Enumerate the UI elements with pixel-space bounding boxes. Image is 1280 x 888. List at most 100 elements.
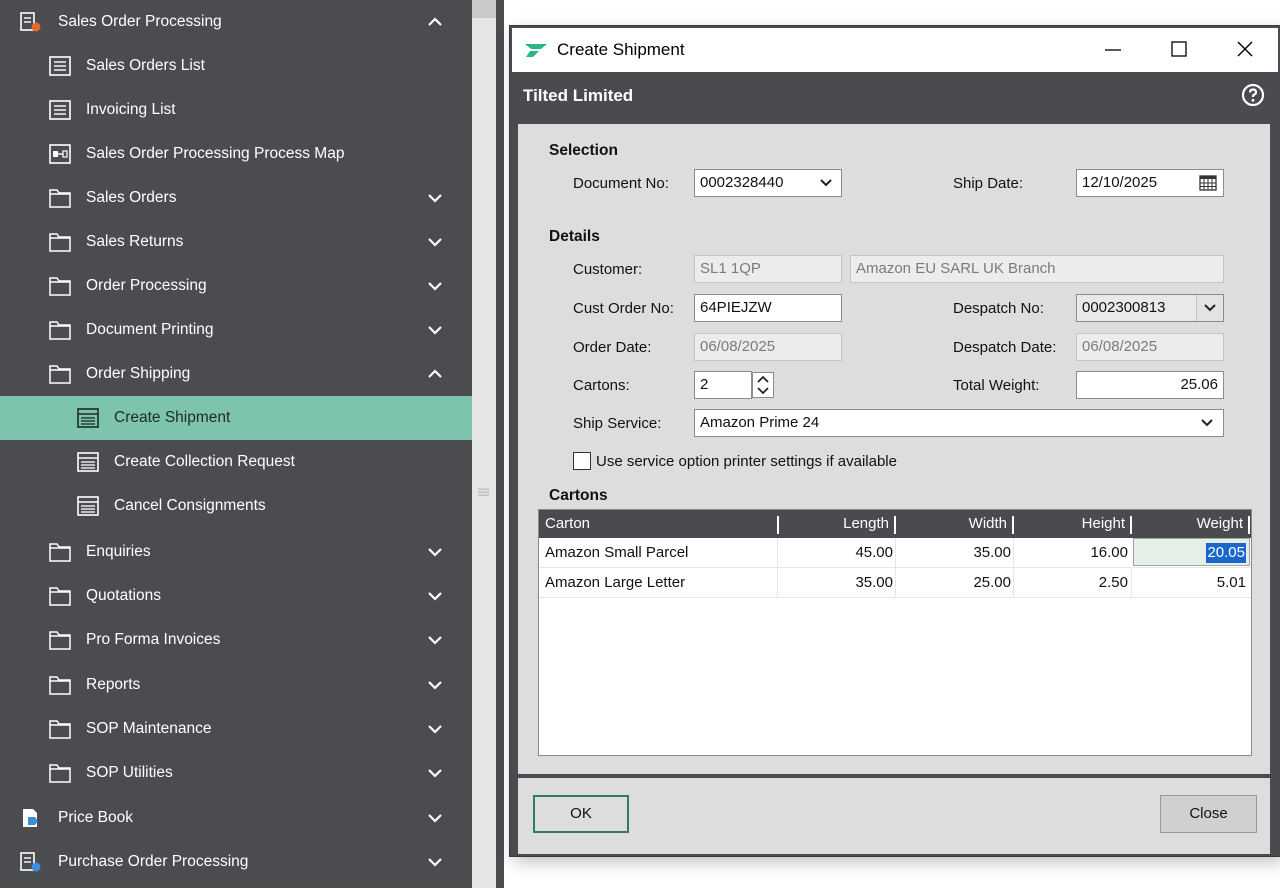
document-no-value: 0002328440 [700, 174, 784, 191]
ship-date-field[interactable]: 12/10/2025 [1076, 169, 1224, 197]
cell-width[interactable]: 35.00 [973, 538, 1011, 567]
column-resize-handle[interactable] [1248, 516, 1250, 534]
sidebar-item-sales-returns[interactable]: Sales Returns [0, 220, 472, 264]
column-resize-handle[interactable] [1130, 516, 1132, 534]
column-resize-handle[interactable] [894, 516, 896, 534]
total-weight-input[interactable]: 25.06 [1076, 371, 1224, 399]
document-no-select[interactable]: 0002328440 [694, 169, 842, 197]
column-header-height[interactable]: Height [1082, 510, 1125, 538]
despatch-no-select[interactable]: 0002300813 [1076, 294, 1224, 322]
list-icon [49, 56, 71, 76]
window-close-button[interactable] [1212, 28, 1278, 72]
calendar-icon[interactable] [1199, 175, 1217, 191]
cell-length[interactable]: 35.00 [855, 568, 893, 597]
ok-button[interactable]: OK [533, 795, 629, 833]
company-header: Tilted Limited [512, 72, 1278, 124]
cell-divider [1131, 568, 1132, 597]
chevron-down-icon [428, 194, 442, 203]
cartons-label: Cartons: [573, 377, 630, 394]
column-header-length[interactable]: Length [843, 510, 889, 538]
sidebar-item-sales-orders[interactable]: Sales Orders [0, 176, 472, 220]
sidebar-item-label: Create Collection Request [114, 453, 295, 470]
column-header-weight[interactable]: Weight [1197, 510, 1243, 538]
chevron-down-icon [428, 282, 442, 291]
cell-carton[interactable]: Amazon Small Parcel [545, 538, 688, 567]
sidebar-navigation: Sales Order Processing Sales Orders List… [0, 0, 472, 888]
ship-service-value: Amazon Prime 24 [700, 414, 820, 431]
sop-module-icon [20, 12, 41, 32]
cartons-input[interactable]: 2 [694, 371, 752, 399]
maximize-button[interactable] [1146, 28, 1212, 72]
sidebar-item-create-shipment[interactable]: Create Shipment [0, 396, 472, 440]
cell-carton[interactable]: Amazon Large Letter [545, 568, 685, 597]
sidebar-item-order-processing[interactable]: Order Processing [0, 264, 472, 308]
dialog-titlebar[interactable]: Create Shipment [512, 28, 1278, 72]
sidebar-item-sales-order-processing[interactable]: Sales Order Processing [0, 0, 472, 44]
sidebar-item-label: Create Shipment [114, 409, 231, 426]
help-icon[interactable] [1241, 83, 1265, 107]
cartons-stepper[interactable] [752, 372, 774, 398]
sidebar-item-label: Price Book [58, 809, 133, 826]
sidebar-item-cancel-consignments[interactable]: Cancel Consignments [0, 484, 472, 528]
sidebar-item-quotations[interactable]: Quotations [0, 574, 472, 618]
cell-length[interactable]: 45.00 [855, 538, 893, 567]
ship-service-select[interactable]: Amazon Prime 24 [694, 409, 1224, 437]
company-name: Tilted Limited [523, 86, 634, 105]
cell-height[interactable]: 2.50 [1099, 568, 1128, 597]
sidebar-item-create-collection-request[interactable]: Create Collection Request [0, 440, 472, 484]
dialog-footer [518, 778, 1270, 854]
sidebar-item-order-shipping[interactable]: Order Shipping [0, 352, 472, 396]
sidebar-item-label: Order Shipping [86, 365, 191, 382]
table-row[interactable]: Amazon Small Parcel 45.00 35.00 16.00 20… [539, 538, 1251, 568]
selected-weight-text[interactable]: 20.05 [1206, 543, 1246, 563]
sidebar-item-sales-orders-list[interactable]: Sales Orders List [0, 44, 472, 88]
chevron-down-icon [428, 636, 442, 645]
despatch-no-dropdown-button[interactable] [1196, 295, 1223, 321]
use-printer-settings-checkbox[interactable] [573, 452, 591, 470]
column-resize-handle[interactable] [1012, 516, 1014, 534]
column-header-width[interactable]: Width [969, 510, 1007, 538]
cell-divider [1013, 538, 1014, 567]
cell-divider [777, 538, 778, 567]
cell-weight-editor[interactable]: 20.05 [1133, 538, 1250, 566]
order-date-field: 06/08/2025 [694, 333, 842, 361]
folder-icon [49, 587, 71, 606]
column-header-carton[interactable]: Carton [545, 510, 590, 538]
sidebar-item-sop-utilities[interactable]: SOP Utilities [0, 751, 472, 795]
minimize-button[interactable] [1080, 28, 1146, 72]
folder-icon [49, 543, 71, 562]
sidebar-item-sop-maintenance[interactable]: SOP Maintenance [0, 707, 472, 751]
sidebar-item-document-printing[interactable]: Document Printing [0, 308, 472, 352]
splitter-top [472, 0, 496, 18]
table-row[interactable]: Amazon Large Letter 35.00 25.00 2.50 5.0… [539, 568, 1251, 598]
sidebar-item-pro-forma-invoices[interactable]: Pro Forma Invoices [0, 618, 472, 662]
cell-weight[interactable]: 5.01 [1217, 568, 1246, 597]
folder-icon [49, 189, 71, 208]
chevron-down-icon [428, 592, 442, 601]
price-book-icon [23, 809, 38, 827]
sidebar-item-label: Order Processing [86, 277, 207, 294]
cell-height[interactable]: 16.00 [1090, 538, 1128, 567]
ship-date-value: 12/10/2025 [1082, 174, 1158, 191]
process-map-icon [49, 144, 71, 164]
sidebar-item-purchase-order-processing[interactable]: Purchase Order Processing [0, 840, 472, 884]
sidebar-item-label: Reports [86, 676, 141, 693]
splitter-grip-icon[interactable]: ― ― ― [478, 484, 490, 501]
sidebar-item-invoicing-list[interactable]: Invoicing List [0, 88, 472, 132]
chevron-down-icon [1201, 419, 1213, 427]
sidebar-item-price-book[interactable]: Price Book [0, 796, 472, 840]
sidebar-item-label: Sales Orders List [86, 57, 205, 74]
form-icon [77, 496, 99, 516]
folder-icon [49, 676, 71, 695]
sidebar-item-process-map[interactable]: Sales Order Processing Process Map [0, 132, 472, 176]
sidebar-item-reports[interactable]: Reports [0, 663, 472, 707]
close-button[interactable]: Close [1160, 795, 1257, 833]
column-resize-handle[interactable] [777, 516, 779, 534]
cell-divider [1013, 568, 1014, 597]
customer-label: Customer: [573, 261, 643, 278]
folder-icon [49, 277, 71, 296]
sidebar-item-enquiries[interactable]: Enquiries [0, 530, 472, 574]
cell-width[interactable]: 25.00 [973, 568, 1011, 597]
splitter[interactable] [472, 0, 496, 888]
cust-order-no-input[interactable]: 64PIEJZW [694, 294, 842, 322]
